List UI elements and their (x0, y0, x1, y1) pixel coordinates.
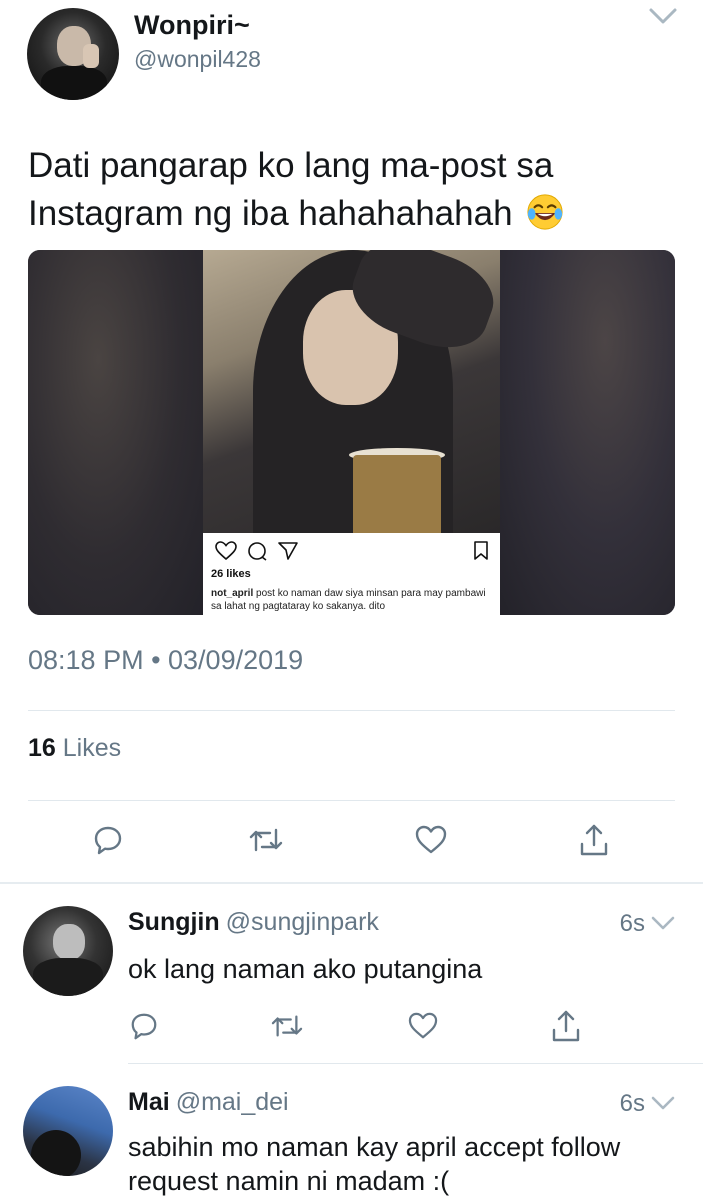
instagram-share-icon (278, 542, 298, 560)
reply-button[interactable] (88, 818, 128, 862)
like-icon (408, 1012, 438, 1039)
reply-author-name: Mai (128, 1088, 170, 1116)
tweet-action-bar (0, 818, 703, 868)
avatar[interactable] (23, 1086, 113, 1176)
instagram-bookmark-icon (474, 541, 488, 560)
tweet-text-content: Dati pangarap ko lang ma-post sa Instagr… (28, 146, 554, 233)
instagram-caption: not_april post ko naman daw siya minsan … (211, 587, 496, 613)
chevron-down-icon[interactable] (650, 1094, 676, 1112)
divider (28, 710, 675, 711)
likes-count: 16 (28, 734, 56, 762)
reply-author-handle: @sungjinpark (225, 908, 379, 936)
reply-text: ok lang naman ako putangina (128, 954, 483, 984)
retweet-button[interactable] (267, 1004, 307, 1048)
reply-author-name: Sungjin (128, 908, 220, 936)
share-icon (580, 824, 608, 856)
instagram-likes: 26 likes (211, 568, 251, 580)
likes-label: Likes (62, 734, 122, 762)
retweet-button[interactable] (246, 818, 286, 862)
reply-icon (94, 826, 122, 855)
retweet-icon (271, 1015, 303, 1037)
instagram-action-icons (215, 541, 490, 563)
divider (128, 1063, 703, 1064)
reply-author-handle: @mai_dei (175, 1088, 289, 1116)
tweet-timestamp: 08:18 PM • 03/09/2019 (28, 645, 304, 675)
instagram-photo (203, 250, 500, 533)
author-handle[interactable]: @wonpil428 (134, 46, 261, 73)
reply-author[interactable]: Sungjin @sungjinpark (128, 908, 379, 937)
section-separator (0, 882, 703, 884)
reply-action-bar (0, 1004, 703, 1048)
author-display-name[interactable]: Wonpiri~ (134, 10, 250, 41)
like-icon (415, 825, 447, 854)
share-button[interactable] (574, 818, 614, 862)
reply-icon (131, 1013, 157, 1040)
like-button[interactable] (403, 1004, 443, 1048)
tweet-media-image[interactable]: 26 likes not_april post ko naman daw siy… (28, 250, 675, 615)
divider (28, 800, 675, 801)
media-blur-right (500, 250, 675, 615)
like-button[interactable] (411, 818, 451, 862)
avatar[interactable] (23, 906, 113, 996)
instagram-caption-user: not_april (211, 588, 254, 599)
laughing-emoji-icon (527, 194, 563, 230)
reply-time: 6s (619, 1090, 645, 1117)
instagram-heart-icon (215, 541, 237, 561)
reply-button[interactable] (124, 1004, 164, 1048)
share-icon (552, 1010, 580, 1042)
chevron-down-icon[interactable] (650, 914, 676, 932)
tweet-header: Wonpiri~ @wonpil428 (0, 0, 703, 110)
media-blur-left (28, 250, 203, 615)
reply-author[interactable]: Mai @mai_dei (128, 1088, 289, 1117)
instagram-comment-icon (248, 542, 267, 561)
share-button[interactable] (546, 1004, 586, 1048)
tweet-text: Dati pangarap ko lang ma-post sa Instagr… (28, 142, 678, 238)
retweet-icon (249, 828, 283, 852)
chevron-down-icon[interactable] (648, 6, 678, 26)
reply-text: sabihin mo naman kay april accept follow… (128, 1132, 621, 1196)
author-avatar[interactable] (27, 8, 119, 100)
instagram-post-embed: 26 likes not_april post ko naman daw siy… (203, 250, 500, 615)
likes-row[interactable]: 16 Likes (28, 734, 121, 763)
instagram-caption-text: post ko naman daw siya minsan para may p… (211, 588, 486, 612)
reply-time: 6s (619, 910, 645, 937)
